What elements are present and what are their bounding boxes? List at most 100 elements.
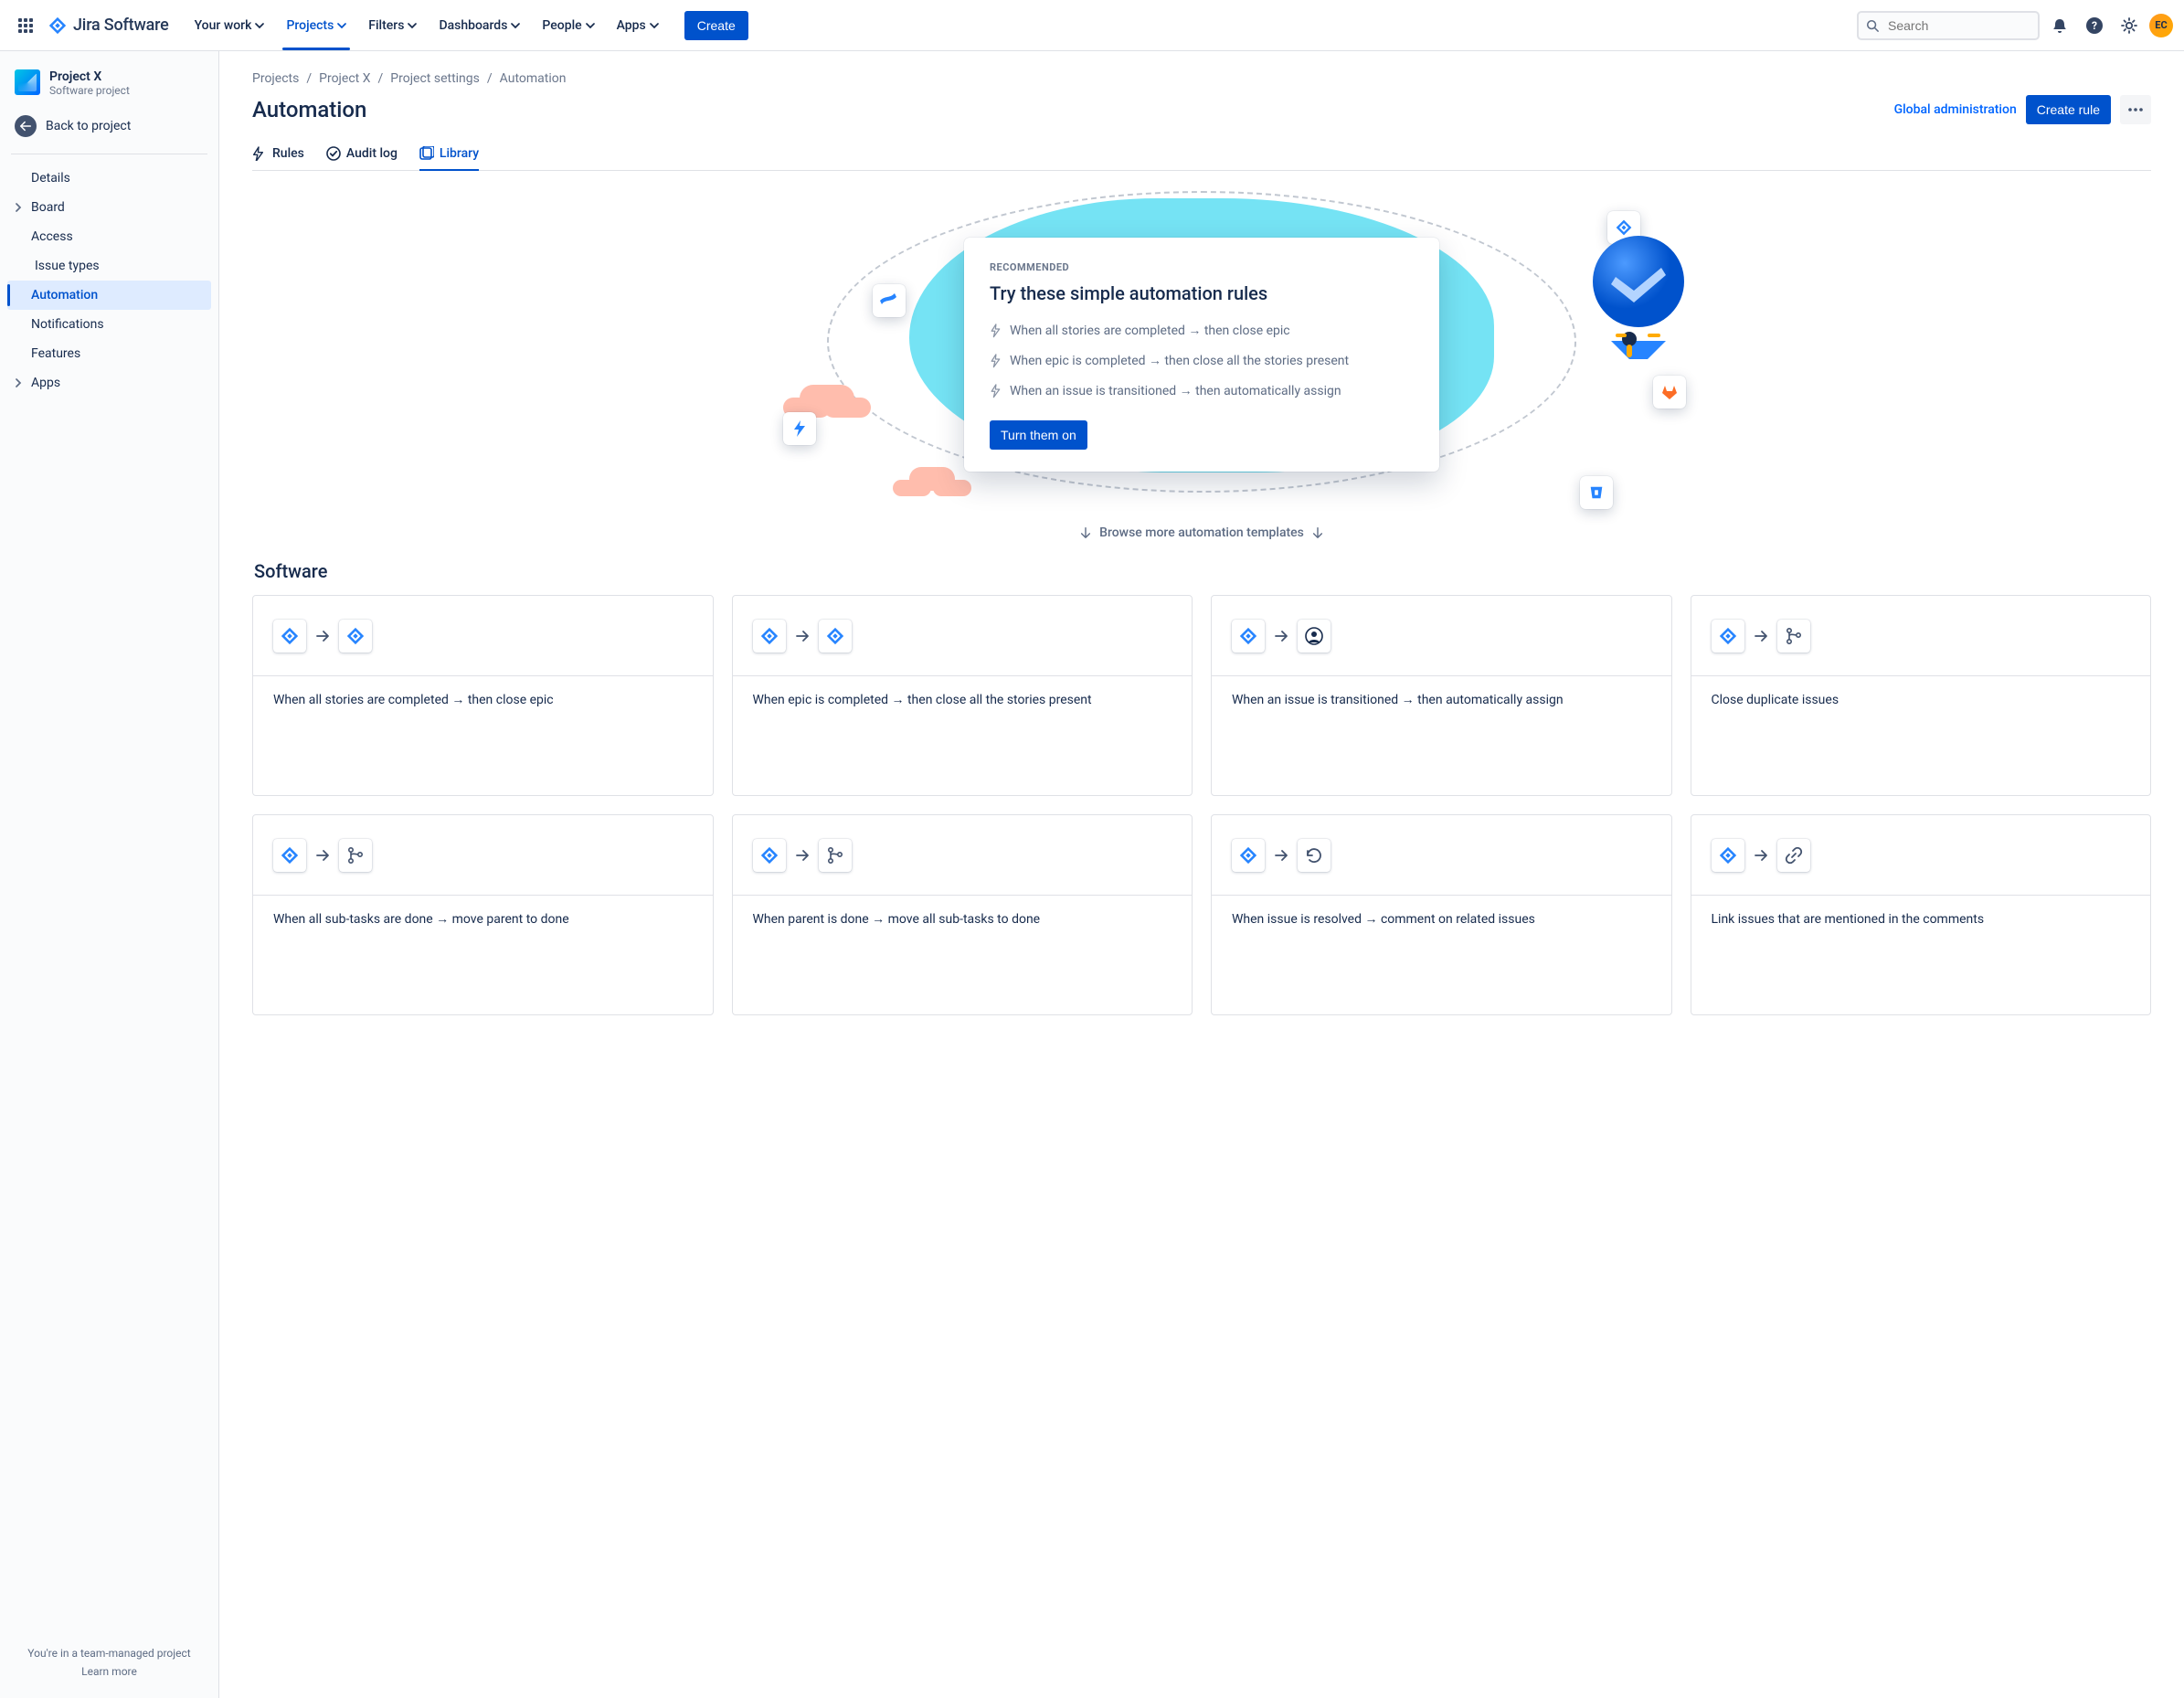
template-card-label: When parent is done → move all sub-tasks…: [733, 896, 1193, 943]
template-card[interactable]: Link issues that are mentioned in the co…: [1691, 814, 2152, 1015]
sidebar-item-label: Access: [31, 229, 73, 244]
arrow-right-icon: [1274, 629, 1288, 643]
nav-item-filters[interactable]: Filters: [357, 0, 428, 50]
help-icon[interactable]: [2080, 11, 2109, 40]
nav-item-your-work[interactable]: Your work: [184, 0, 276, 50]
chevron-down-icon: [337, 21, 346, 30]
bolt-icon: [990, 354, 1001, 368]
templates-grid: When all stories are completed → then cl…: [252, 595, 2151, 1015]
template-card-header: [1212, 596, 1671, 676]
hero-illustration: RECOMMENDED Try these simple automation …: [717, 184, 1686, 513]
bolt-icon: [252, 146, 267, 161]
app-switcher-icon[interactable]: [11, 11, 40, 40]
tabs: Rules Audit log Library: [252, 141, 2151, 171]
template-card-header: [253, 596, 713, 676]
settings-icon[interactable]: [2115, 11, 2144, 40]
nav-item-people[interactable]: People: [531, 0, 605, 50]
arrow-right-icon: [1274, 848, 1288, 863]
recommended-rule-text: When an issue is transitioned → then aut…: [1010, 383, 1341, 398]
template-card[interactable]: When epic is completed → then close all …: [732, 595, 1193, 796]
back-to-project[interactable]: Back to project: [7, 106, 211, 146]
turn-on-button[interactable]: Turn them on: [990, 420, 1087, 450]
notifications-icon[interactable]: [2045, 11, 2074, 40]
arrow-down-icon: [1311, 526, 1324, 539]
sidebar-item-apps[interactable]: Apps: [7, 368, 211, 398]
template-card-label: Link issues that are mentioned in the co…: [1691, 896, 2151, 943]
breadcrumb-item[interactable]: Projects: [252, 71, 299, 86]
nav-item-label: Projects: [286, 18, 334, 33]
breadcrumb-item[interactable]: Project settings: [390, 71, 480, 86]
back-arrow-icon: [15, 115, 37, 137]
branch-token-icon: [1777, 620, 1810, 653]
sidebar-item-features[interactable]: Features: [7, 339, 211, 368]
nav-item-apps[interactable]: Apps: [606, 0, 670, 50]
tab-rules[interactable]: Rules: [252, 141, 304, 170]
sidebar-item-board[interactable]: Board: [7, 193, 211, 222]
template-card[interactable]: When parent is done → move all sub-tasks…: [732, 814, 1193, 1015]
sidebar-item-access[interactable]: Access: [7, 222, 211, 251]
chevron-down-icon: [511, 21, 520, 30]
search-input[interactable]: [1886, 17, 2030, 34]
search-box[interactable]: [1857, 11, 2040, 40]
nav-item-projects[interactable]: Projects: [275, 0, 357, 50]
sidebar-item-automation[interactable]: Automation: [7, 281, 211, 310]
template-card-header: [1691, 815, 2151, 896]
breadcrumb-item[interactable]: Project X: [319, 71, 370, 86]
main-content: Projects/Project X/Project settings/Auto…: [219, 51, 2184, 1698]
template-card[interactable]: When issue is resolved → comment on rela…: [1211, 814, 1672, 1015]
template-card-label: When issue is resolved → comment on rela…: [1212, 896, 1671, 943]
balloon-illustration-icon: [1584, 231, 1693, 387]
user-token-icon: [1298, 620, 1331, 653]
bolt-tile-icon: [783, 412, 816, 445]
check-icon: [326, 146, 341, 161]
template-card[interactable]: When all sub-tasks are done → move paren…: [252, 814, 714, 1015]
chevron-down-icon: [255, 21, 264, 30]
nav-item-dashboards[interactable]: Dashboards: [428, 0, 531, 50]
jira-token-icon: [273, 839, 306, 872]
template-card[interactable]: Close duplicate issues: [1691, 595, 2152, 796]
sidebar-item-details[interactable]: Details: [7, 164, 211, 193]
bitbucket-tile-icon: [1580, 476, 1613, 509]
tab-library[interactable]: Library: [419, 141, 479, 170]
global-admin-link[interactable]: Global administration: [1894, 102, 2017, 117]
avatar[interactable]: EC: [2149, 14, 2173, 37]
bolt-icon: [990, 384, 1001, 398]
template-card[interactable]: When an issue is transitioned → then aut…: [1211, 595, 1672, 796]
browse-more[interactable]: Browse more automation templates: [252, 525, 2151, 540]
arrow-right-icon: [315, 629, 330, 643]
arrow-right-icon: [1754, 848, 1768, 863]
breadcrumb-item[interactable]: Automation: [500, 71, 567, 86]
sidebar-item-label: Board: [31, 200, 65, 215]
arrow-right-icon: [1754, 629, 1768, 643]
back-label: Back to project: [46, 119, 131, 133]
sidebar-item-notifications[interactable]: Notifications: [7, 310, 211, 339]
recommended-rule: When epic is completed → then close all …: [990, 353, 1414, 368]
create-rule-button[interactable]: Create rule: [2026, 95, 2111, 124]
template-card[interactable]: When all stories are completed → then cl…: [252, 595, 714, 796]
template-card-header: [1691, 596, 2151, 676]
product-name: Jira Software: [73, 16, 169, 35]
template-card-header: [1212, 815, 1671, 896]
nav-item-label: Filters: [368, 18, 404, 33]
sidebar-item-label: Details: [31, 171, 70, 186]
create-button[interactable]: Create: [684, 11, 748, 40]
nav-item-label: People: [542, 18, 581, 33]
more-actions-button[interactable]: [2120, 95, 2151, 124]
jira-token-icon: [1712, 620, 1744, 653]
tab-label: Library: [440, 146, 479, 161]
template-card-header: [733, 596, 1193, 676]
branch-token-icon: [819, 839, 852, 872]
project-header[interactable]: Project X Software project: [7, 69, 211, 106]
sidebar-footer: You're in a team-managed project Learn m…: [7, 1638, 211, 1691]
template-card-label: When an issue is transitioned → then aut…: [1212, 676, 1671, 724]
jira-token-icon: [1232, 839, 1265, 872]
sidebar-item-label: Automation: [31, 288, 98, 302]
template-card-label: When epic is completed → then close all …: [733, 676, 1193, 724]
search-icon: [1866, 18, 1879, 33]
nav-item-label: Dashboards: [439, 18, 507, 33]
sidebar-item-label: Issue types: [35, 259, 100, 273]
tab-audit-log[interactable]: Audit log: [326, 141, 398, 170]
learn-more-link[interactable]: Learn more: [11, 1665, 207, 1678]
product-logo[interactable]: Jira Software: [48, 16, 169, 36]
sidebar-item-issue-types[interactable]: Issue types: [7, 251, 211, 281]
